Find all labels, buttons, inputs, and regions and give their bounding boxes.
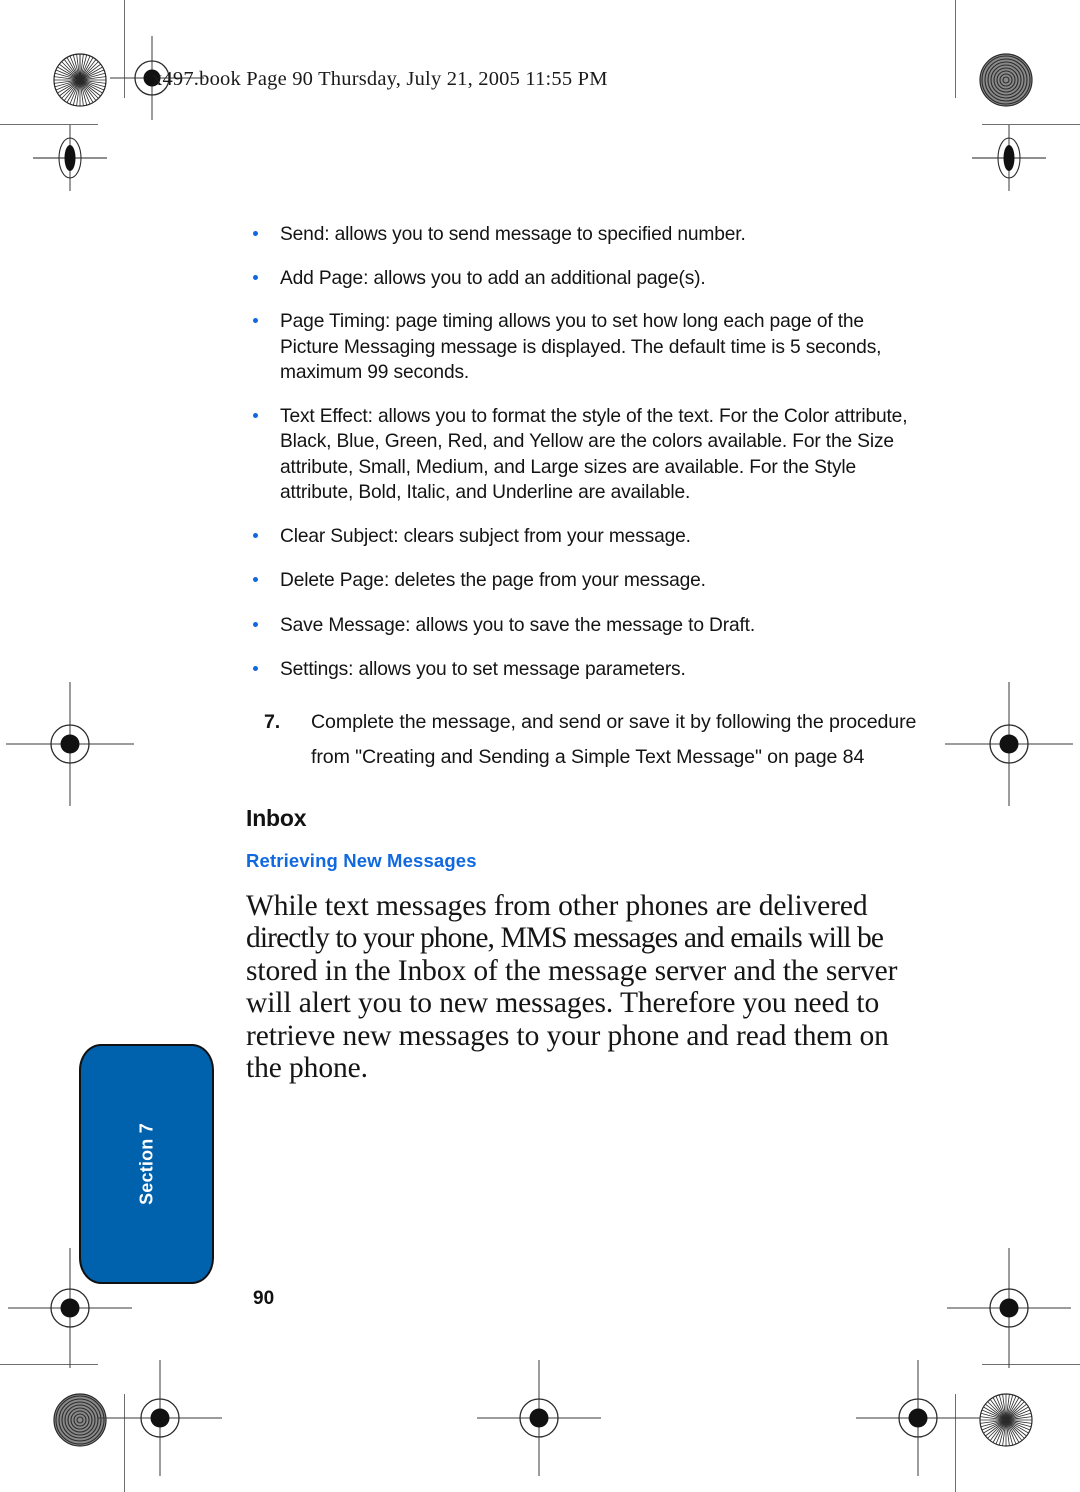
bullet-dot-icon (253, 231, 258, 236)
bullet-dot-icon (253, 412, 258, 418)
paragraph-line: the phone. (246, 1052, 368, 1084)
bullet-dot-icon (253, 318, 258, 323)
list-item-label: Add Page: allows you to add an additiona… (280, 267, 706, 289)
page-number: 90 (253, 1288, 275, 1309)
paragraph-line: While text messages from other phones ar… (246, 889, 868, 922)
numbered-step: 7. Complete the message, and send or sav… (246, 705, 918, 775)
page-header-file-line: x497.book Page 90 Thursday, July 21, 200… (152, 68, 608, 90)
list-item-label: Text Effect: allows you to format the st… (280, 405, 908, 504)
page-content: Send: allows you to send message to spec… (246, 222, 918, 1085)
list-item-label: Send: allows you to send message to spec… (280, 224, 746, 245)
subsection-heading: Retrieving New Messages (246, 849, 477, 871)
paragraph-line: retrieve new messages to your phone and … (246, 1019, 889, 1052)
list-item: Clear Subject: clears subject from your … (246, 524, 918, 550)
paragraph-line: will alert you to new messages. Therefor… (246, 987, 880, 1019)
manual-page: x497.book Page 90 Thursday, July 21, 200… (0, 0, 1080, 1492)
bullet-dot-icon (253, 274, 258, 280)
list-item-label: Clear Subject: clears subject from your … (280, 525, 691, 547)
bullet-dot-icon (253, 666, 258, 671)
list-item-label: Save Message: allows you to save the mes… (280, 614, 756, 636)
section-tab-label: Section 7 (136, 1123, 156, 1205)
crop-rule-top-right-vertical (955, 0, 956, 98)
step-text: Complete the message, and send or save i… (311, 710, 917, 768)
page-title: Inbox (246, 804, 307, 831)
bullet-dot-icon (253, 621, 258, 627)
list-item: Send: allows you to send message to spec… (246, 222, 918, 248)
list-item-label: Delete Page: deletes the page from your … (280, 570, 706, 591)
bullet-dot-icon (253, 577, 258, 582)
list-item: Page Timing: page timing allows you to s… (246, 309, 918, 386)
section-tab: Section 7 (79, 1044, 214, 1284)
list-item: Add Page: allows you to add an additiona… (246, 266, 918, 292)
paragraph-line: stored in the Inbox of the message serve… (246, 954, 898, 987)
list-item-label: Page Timing: page timing allows you to s… (280, 311, 882, 383)
step-number: 7. (264, 710, 281, 733)
list-item: Save Message: allows you to save the mes… (246, 613, 918, 639)
list-item: Delete Page: deletes the page from your … (246, 568, 918, 594)
list-item: Text Effect: allows you to format the st… (246, 404, 918, 506)
paragraph-line: directly to your phone, MMS messages and… (246, 922, 884, 954)
body-paragraph: While text messages from other phones ar… (246, 890, 914, 1085)
list-item-label: Settings: allows you to set message para… (280, 659, 686, 680)
bullet-dot-icon (253, 532, 258, 538)
list-item: Settings: allows you to set message para… (246, 657, 918, 683)
